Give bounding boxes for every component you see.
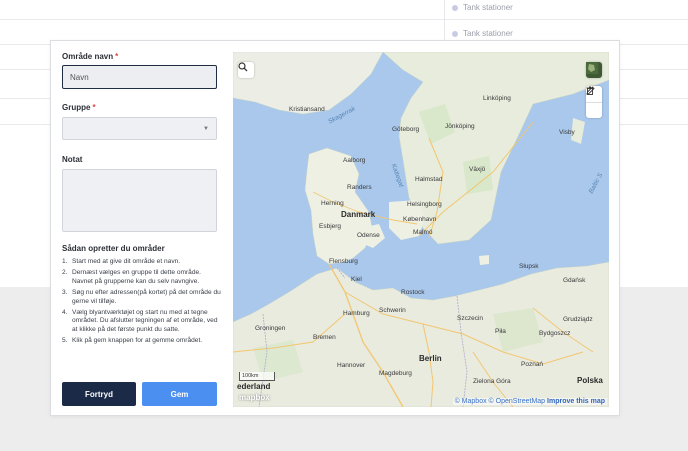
satellite-layer-button[interactable] bbox=[586, 62, 602, 78]
notes-label: Notat bbox=[62, 155, 83, 164]
group-label: Gruppe * bbox=[62, 103, 96, 112]
improve-map-link[interactable]: Improve this map bbox=[547, 398, 605, 405]
map-label: Poznań bbox=[521, 361, 544, 368]
map-label: Szczecin bbox=[457, 315, 484, 322]
instruction-step: 4. Vælg blyantværktøjet og start nu med a… bbox=[62, 309, 218, 333]
map-label: Magdeburg bbox=[379, 370, 412, 377]
map-label: Piła bbox=[495, 328, 506, 335]
map-label: Herning bbox=[321, 200, 344, 207]
map-label: Bremen bbox=[313, 334, 336, 341]
name-label: Område navn * bbox=[62, 52, 119, 61]
map-label: København bbox=[403, 216, 437, 223]
map-label: Helsingborg bbox=[407, 201, 442, 208]
map-label: Växjö bbox=[469, 166, 486, 173]
instruction-step: 5. Klik på gem knappen for at gemme områd… bbox=[62, 337, 203, 345]
map-search-button[interactable] bbox=[238, 62, 254, 78]
draw-toolbar bbox=[586, 86, 602, 118]
map-label: Polska bbox=[577, 376, 603, 385]
mapbox-attribution-link[interactable]: © Mapbox bbox=[455, 398, 487, 405]
group-select[interactable]: ▼ bbox=[62, 117, 217, 140]
map-label: Esbjerg bbox=[319, 223, 342, 230]
instruction-step: 1. Start med at give dit område et navn. bbox=[62, 258, 181, 265]
instruction-step: 2. Dernæst vælges en gruppe til dette omr… bbox=[62, 269, 202, 285]
map-label: Flensburg bbox=[329, 258, 358, 265]
map-label: Malmö bbox=[413, 229, 433, 236]
save-button[interactable]: Gem bbox=[142, 382, 217, 406]
map-attribution: © Mapbox © OpenStreetMap Improve this ma… bbox=[452, 398, 607, 405]
mapbox-logo[interactable]: mapbox bbox=[239, 393, 270, 402]
background-list-item[interactable]: Tank stationer bbox=[452, 29, 513, 38]
map-label: Gdańsk bbox=[563, 277, 586, 284]
map-label: Kiel bbox=[351, 276, 362, 283]
map-label: Berlin bbox=[419, 354, 442, 363]
map-label: Visby bbox=[559, 129, 575, 136]
instruction-step: 3. Søg nu efter adressen(på kortet) på de… bbox=[62, 289, 221, 305]
map-label: Hamburg bbox=[343, 310, 370, 317]
instructions-list: 1. Start med at give dit område et navn. … bbox=[62, 258, 222, 349]
background-list-item[interactable]: Tank stationer bbox=[452, 3, 513, 12]
dot-icon bbox=[452, 30, 458, 37]
divider bbox=[0, 19, 688, 20]
instructions-title: Sådan opretter du områder bbox=[62, 244, 165, 253]
osm-attribution-link[interactable]: © OpenStreetMap bbox=[489, 398, 546, 405]
map-label: Groningen bbox=[255, 325, 286, 332]
map-label: Odense bbox=[357, 232, 380, 239]
map-label: ederland bbox=[237, 382, 271, 391]
map-label: Göteborg bbox=[392, 126, 420, 133]
cancel-button[interactable]: Fortryd bbox=[62, 382, 136, 406]
map-label: Schwerin bbox=[379, 307, 406, 314]
map-label: Randers bbox=[347, 184, 372, 191]
map-label: Halmstad bbox=[415, 176, 443, 183]
create-area-modal: Område navn* Gruppe* ▼ Notat Sådan opret… bbox=[50, 40, 620, 416]
dot-icon bbox=[452, 4, 458, 11]
chevron-down-icon: ▼ bbox=[203, 126, 209, 132]
map-label: Danmark bbox=[341, 210, 376, 219]
map-label: Rostock bbox=[401, 289, 425, 296]
map-label: Linköping bbox=[483, 95, 511, 102]
map-scale: 100km bbox=[239, 372, 275, 381]
map-label: Bydgoszcz bbox=[539, 330, 571, 337]
map-label: Kristiansand bbox=[289, 106, 325, 113]
map[interactable]: Kristiansand Skagerrak Göteborg Jönköpin… bbox=[233, 52, 609, 407]
map-label: Aalborg bbox=[343, 157, 366, 164]
name-input[interactable] bbox=[62, 65, 217, 89]
map-label: Hannover bbox=[337, 362, 366, 369]
map-label: Grudziądz bbox=[563, 316, 593, 323]
map-label: Słupsk bbox=[519, 263, 539, 270]
trash-icon[interactable] bbox=[586, 86, 602, 118]
divider bbox=[444, 0, 445, 45]
map-label: Jönköping bbox=[445, 123, 475, 130]
notes-textarea[interactable] bbox=[62, 169, 217, 232]
map-label: Zielona Góra bbox=[473, 378, 511, 385]
